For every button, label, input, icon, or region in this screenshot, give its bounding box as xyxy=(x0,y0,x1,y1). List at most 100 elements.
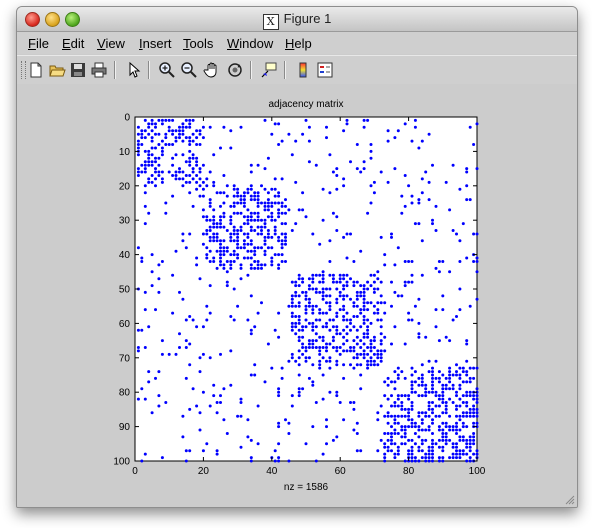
nonzero-marker xyxy=(314,304,318,308)
pointer-icon[interactable] xyxy=(124,61,142,79)
zoom-out-icon[interactable] xyxy=(180,61,198,79)
nonzero-marker xyxy=(253,260,257,263)
nonzero-marker xyxy=(338,401,342,404)
rotate-3d-icon[interactable] xyxy=(226,61,244,79)
nonzero-marker xyxy=(246,235,250,239)
nonzero-marker xyxy=(147,132,151,136)
colorbar-icon[interactable] xyxy=(294,61,312,79)
save-icon[interactable] xyxy=(69,61,87,79)
zoom-in-icon[interactable] xyxy=(158,61,176,79)
menu-tools[interactable]: Tools xyxy=(183,36,213,51)
nonzero-marker xyxy=(219,204,222,208)
nonzero-marker xyxy=(386,432,390,435)
nonzero-marker xyxy=(451,401,455,404)
nonzero-marker xyxy=(301,277,305,281)
nonzero-marker xyxy=(458,187,462,191)
nonzero-marker xyxy=(335,315,339,318)
nonzero-marker xyxy=(325,287,328,291)
nonzero-marker xyxy=(136,174,140,177)
nonzero-marker xyxy=(301,290,305,294)
toolbar xyxy=(17,55,577,85)
title-bar[interactable]: X Figure 1 xyxy=(17,7,577,32)
nonzero-marker xyxy=(403,394,407,398)
nonzero-marker xyxy=(195,136,199,140)
nonzero-marker xyxy=(321,311,325,315)
nonzero-marker xyxy=(331,277,335,281)
nonzero-marker xyxy=(362,332,366,336)
nonzero-marker xyxy=(328,390,332,394)
nonzero-marker xyxy=(407,449,411,453)
nonzero-marker xyxy=(420,373,424,377)
nonzero-marker xyxy=(273,232,277,236)
nonzero-marker xyxy=(229,383,233,387)
nonzero-marker xyxy=(321,218,325,222)
nonzero-marker xyxy=(318,352,322,356)
nonzero-marker xyxy=(280,246,284,250)
nonzero-marker xyxy=(465,256,469,260)
nonzero-marker xyxy=(219,225,222,229)
menu-file[interactable]: File xyxy=(28,36,49,51)
nonzero-marker xyxy=(420,273,424,277)
nonzero-marker xyxy=(472,232,476,236)
nonzero-marker xyxy=(372,180,376,184)
nonzero-marker xyxy=(427,180,431,184)
nonzero-marker xyxy=(455,442,458,446)
nonzero-marker xyxy=(383,442,387,446)
nonzero-marker xyxy=(403,459,407,463)
pan-hand-icon[interactable] xyxy=(203,61,221,79)
nonzero-marker xyxy=(362,335,366,339)
nonzero-marker xyxy=(410,445,414,449)
nonzero-marker xyxy=(366,301,370,305)
menu-edit[interactable]: Edit xyxy=(62,36,84,51)
toolbar-grip[interactable] xyxy=(21,61,26,79)
nonzero-marker xyxy=(383,349,387,353)
legend-icon[interactable] xyxy=(316,61,334,79)
print-icon[interactable] xyxy=(90,61,108,79)
nonzero-marker xyxy=(143,129,147,133)
nonzero-marker xyxy=(154,376,157,380)
nonzero-marker xyxy=(171,163,175,167)
nonzero-marker xyxy=(229,315,233,318)
nonzero-marker xyxy=(188,125,192,129)
nonzero-marker xyxy=(410,318,414,322)
spy-plot[interactable]: 0 20 40 60 80 1000102030405060708090100 xyxy=(17,84,577,507)
nonzero-marker xyxy=(355,290,359,294)
nonzero-marker xyxy=(246,242,250,246)
resize-grip-icon[interactable] xyxy=(563,493,575,505)
nonzero-marker xyxy=(195,187,199,191)
nonzero-marker xyxy=(328,342,332,346)
nonzero-marker xyxy=(249,198,253,202)
nonzero-marker xyxy=(444,401,448,404)
data-cursor-icon[interactable] xyxy=(260,61,278,79)
menu-insert[interactable]: Insert xyxy=(139,36,172,51)
menu-help[interactable]: Help xyxy=(285,36,312,51)
menu-window[interactable]: Window xyxy=(227,36,273,51)
nonzero-marker xyxy=(212,239,216,243)
nonzero-marker xyxy=(318,242,322,246)
nonzero-marker xyxy=(424,459,428,463)
menu-view[interactable]: View xyxy=(97,36,125,51)
nonzero-marker xyxy=(154,122,157,126)
nonzero-marker xyxy=(448,425,452,429)
nonzero-marker xyxy=(420,191,424,195)
nonzero-marker xyxy=(304,311,308,315)
nonzero-marker xyxy=(331,280,335,284)
nonzero-marker xyxy=(366,287,370,291)
nonzero-marker xyxy=(468,125,472,129)
nonzero-marker xyxy=(331,325,335,329)
nonzero-marker xyxy=(338,346,342,349)
nonzero-marker xyxy=(417,394,421,398)
new-figure-icon[interactable] xyxy=(27,61,45,79)
nonzero-marker xyxy=(164,143,168,146)
nonzero-marker xyxy=(355,297,359,301)
nonzero-marker xyxy=(256,218,260,222)
nonzero-marker xyxy=(201,187,205,191)
nonzero-marker xyxy=(386,449,390,453)
nonzero-marker xyxy=(379,170,383,174)
nonzero-marker xyxy=(321,452,325,456)
nonzero-marker xyxy=(328,153,332,157)
open-file-icon[interactable] xyxy=(48,61,66,79)
nonzero-marker xyxy=(431,376,434,380)
nonzero-marker xyxy=(140,387,144,391)
nonzero-marker xyxy=(386,421,390,425)
